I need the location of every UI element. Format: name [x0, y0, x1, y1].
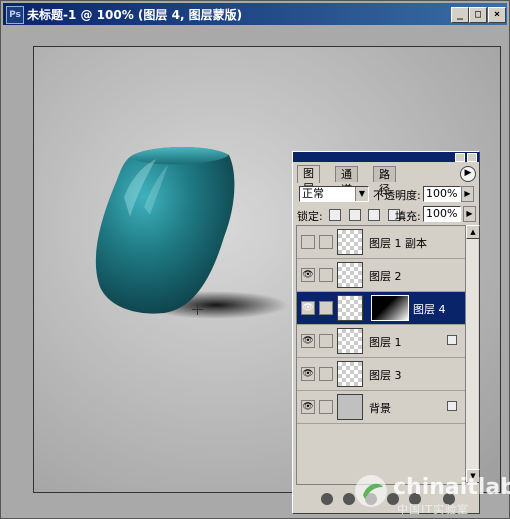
panel-titlebar[interactable] [293, 152, 479, 162]
blend-opacity-row: 正常 ▼ 不透明度: 100% ▶ [299, 186, 475, 202]
layer-row-background[interactable]: 👁 背景 [297, 391, 465, 424]
minimize-button[interactable]: _ [451, 7, 469, 23]
layer-link-icon[interactable] [319, 334, 333, 348]
title-bar[interactable]: Ps 未标题-1 @ 100% (图层 4, 图层蒙版) _ □ × [3, 3, 507, 25]
maximize-button[interactable]: □ [469, 7, 487, 23]
blend-mode-value: 正常 [302, 187, 324, 200]
opacity-slider-arrow-icon[interactable]: ▶ [461, 186, 474, 202]
watermark-brand: chinaitlab [393, 475, 510, 500]
layer-link-icon[interactable] [319, 400, 333, 414]
window-title: 未标题-1 @ 100% (图层 4, 图层蒙版) [27, 8, 243, 22]
panel-minimize-button[interactable] [455, 153, 465, 162]
layer-row-layer1[interactable]: 👁 图层 1 [297, 325, 465, 358]
tab-layers[interactable]: 图层 [297, 165, 320, 195]
layer-thumbnail [337, 361, 363, 387]
eye-icon[interactable]: 👁 [301, 301, 315, 315]
opacity-field[interactable]: 100% [423, 186, 461, 202]
panel-close-button[interactable] [467, 153, 477, 162]
eye-icon[interactable]: 👁 [301, 400, 315, 414]
layer-row-layer2[interactable]: 👁 图层 2 [297, 259, 465, 292]
chinaitlab-logo-icon [355, 475, 387, 507]
layer-thumbnail [337, 394, 363, 420]
layer-name: 背景 [369, 402, 391, 415]
photoshop-icon[interactable]: Ps [6, 6, 24, 24]
layer-link-icon[interactable] [319, 235, 333, 249]
crosshair-cursor-icon [192, 304, 203, 315]
layers-scrollbar[interactable]: ▲ ▼ [465, 225, 480, 483]
eye-icon[interactable]: 👁 [301, 334, 315, 348]
layer-name: 图层 3 [369, 369, 402, 382]
visibility-toggle-icon[interactable] [301, 235, 315, 249]
layer-link-icon[interactable] [319, 367, 333, 381]
document-window: Ps 未标题-1 @ 100% (图层 4, 图层蒙版) _ □ × 图 通 路… [0, 0, 510, 519]
lock-transparency-icon[interactable] [329, 209, 341, 221]
layer-thumbnail [337, 262, 363, 288]
layer-row-layer3[interactable]: 👁 图层 3 [297, 358, 465, 391]
layer-mask-thumbnail[interactable] [371, 295, 409, 321]
panel-menu-arrow-icon[interactable]: ▶ [460, 166, 476, 182]
layer-link-icon[interactable] [319, 268, 333, 282]
chevron-down-icon[interactable]: ▼ [355, 187, 368, 201]
scroll-up-icon[interactable]: ▲ [466, 225, 480, 239]
lock-options [329, 208, 404, 221]
layer-row-layer4[interactable]: 👁 图层 4 [297, 292, 465, 325]
lock-brush-icon[interactable] [348, 209, 361, 221]
tab-channels[interactable]: 通道 [335, 166, 358, 196]
layer-thumbnail [337, 229, 363, 255]
layer-thumbnail [337, 295, 363, 321]
layers-panel: 图层 通道 路径 ▶ 正常 ▼ 不透明度: 100% ▶ 锁定: 填充: 100… [292, 151, 480, 514]
layer-style-icon[interactable] [321, 493, 333, 505]
lock-icon [447, 335, 457, 345]
fill-slider-arrow-icon[interactable]: ▶ [463, 206, 476, 222]
eye-icon[interactable]: 👁 [301, 268, 315, 282]
fill-label: 填充: [395, 210, 421, 223]
blend-mode-select[interactable]: 正常 ▼ [299, 186, 369, 202]
watermark: chinaitlab 中国IT实验室 [353, 471, 510, 516]
tab-paths[interactable]: 路径 [373, 166, 396, 196]
layers-list: 图层 1 副本 👁 图层 2 👁 图层 4 👁 图层 1 👁 图层 3 👁 背景 [296, 225, 466, 485]
layer-row-layer1-copy[interactable]: 图层 1 副本 [297, 226, 465, 259]
fill-field[interactable]: 100% [423, 206, 461, 222]
layer-name: 图层 4 [413, 303, 446, 316]
lock-move-icon[interactable] [368, 209, 380, 221]
layer-name: 图层 2 [369, 270, 402, 283]
layer-name: 图层 1 副本 [369, 237, 427, 250]
opacity-label: 不透明度: [373, 189, 421, 202]
watermark-subtitle: 中国IT实验室 [397, 503, 469, 516]
lock-icon [447, 401, 457, 411]
layer-name: 图层 1 [369, 336, 402, 349]
layer-thumbnail [337, 328, 363, 354]
close-button[interactable]: × [488, 7, 506, 23]
eye-icon[interactable]: 👁 [301, 367, 315, 381]
lock-label: 锁定: [297, 210, 323, 223]
layer-mask-link-icon[interactable] [319, 301, 333, 315]
